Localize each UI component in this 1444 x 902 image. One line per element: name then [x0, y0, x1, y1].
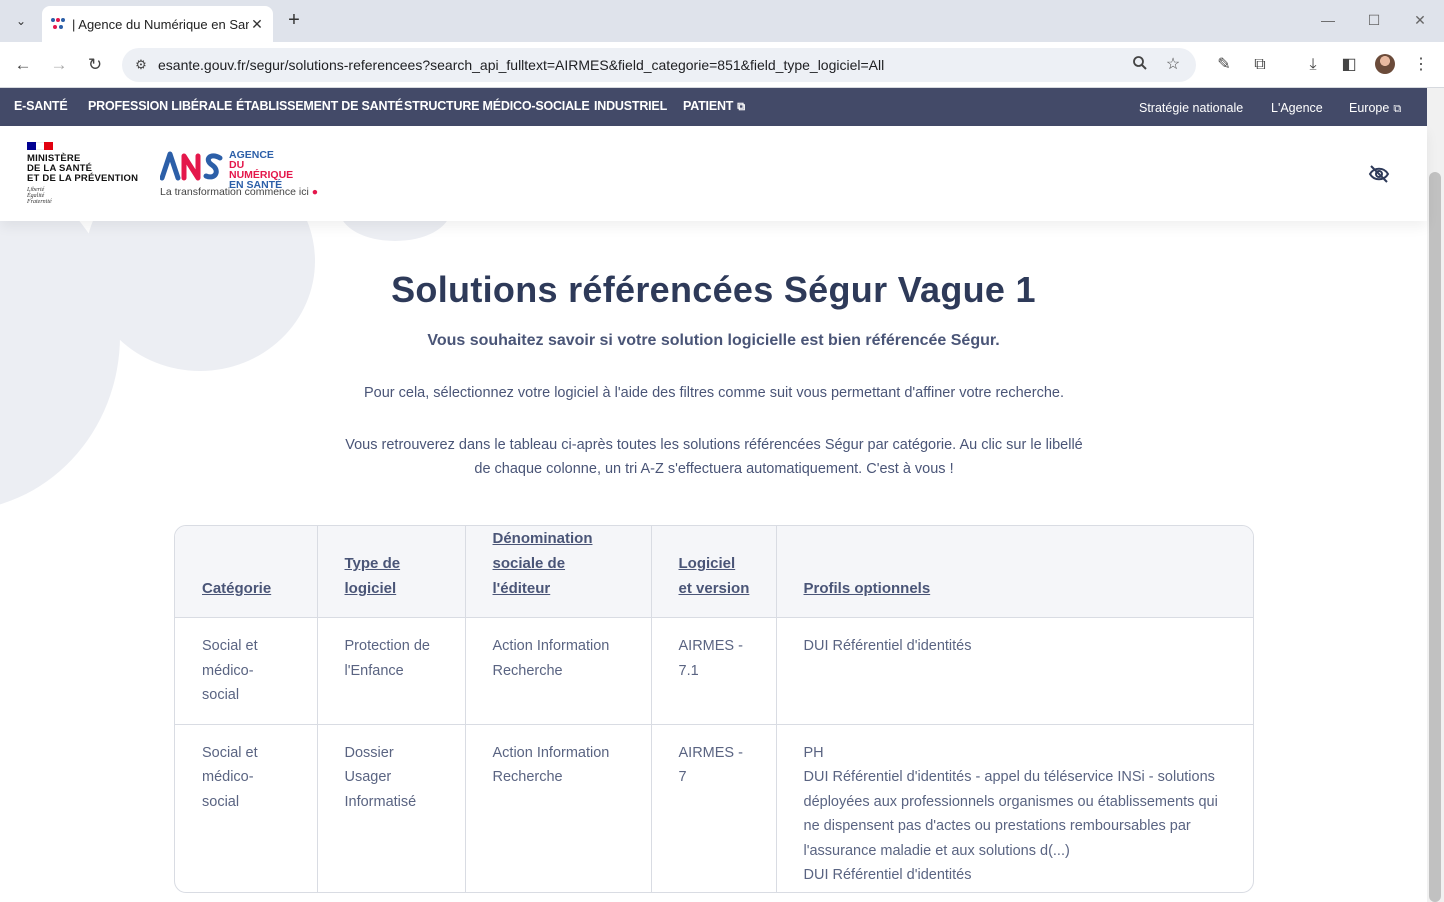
nav-item-profession-liberale[interactable]: PROFESSION LIBÉRALE [88, 99, 232, 113]
cell-type: Protection de l'Enfance [317, 617, 466, 725]
ans-tagline: La transformation commence ici [160, 186, 309, 198]
nav-item-structure-medico-sociale[interactable]: STRUCTURE MÉDICO-SOCIALE [404, 99, 590, 113]
address-bar[interactable]: ⚙ esante.gouv.fr/segur/solutions-referen… [122, 48, 1196, 82]
page-subtitle: Vous souhaitez savoir si votre solution … [427, 332, 1000, 349]
sort-link[interactable]: Dénomination sociale de l'éditeur [493, 530, 593, 597]
profile-entry: DUI Référentiel d'identités [803, 867, 972, 883]
column-header-editeur[interactable]: Dénomination sociale de l'éditeur [465, 526, 652, 618]
tab-title: | Agence du Numérique en Santé [72, 16, 249, 32]
external-link-icon: ⧉ [1393, 103, 1402, 115]
new-tab-button[interactable]: + [283, 9, 305, 31]
cell-logiciel: AIRMES - 7 [651, 724, 777, 892]
table-help-paragraph: Vous retrouverez dans le tableau ci-aprè… [345, 437, 1083, 477]
nav-item-patient[interactable]: PATIENT ⧉ [683, 99, 745, 114]
sort-link[interactable]: Catégorie [202, 580, 271, 597]
ministere-logo[interactable]: MINISTÈRE DE LA SANTÉ ET DE LA PRÉVENTIO… [27, 142, 138, 205]
maximize-icon[interactable]: ☐ [1359, 8, 1389, 32]
nav-item-industriel[interactable]: INDUSTRIEL [594, 99, 667, 113]
column-header-profils[interactable]: Profils optionnels [776, 526, 1253, 618]
nav-item-etablissement-sante[interactable]: ÉTABLISSEMENT DE SANTÉ [236, 99, 403, 113]
browser-menu-icon[interactable]: ⋮ [1409, 53, 1433, 77]
location-pin-icon: ● [311, 186, 319, 198]
french-flag-icon [27, 142, 54, 150]
nav-item-patient-label: PATIENT [683, 99, 734, 113]
cell-profils: PH DUI Référentiel d'identités - appel d… [776, 724, 1253, 892]
cell-logiciel: AIRMES - 7.1 [651, 617, 777, 725]
table-row: Social et médico-social Dossier Usager I… [175, 724, 1253, 892]
ans-favicon-icon [50, 16, 66, 32]
column-header-type-logiciel[interactable]: Type de logiciel [317, 526, 466, 618]
sort-link[interactable]: Profils optionnels [804, 580, 931, 597]
url-text[interactable]: esante.gouv.fr/segur/solutions-reference… [158, 57, 884, 73]
column-header-logiciel-version[interactable]: Logiciel et version [651, 526, 777, 618]
external-link-icon: ⧉ [737, 101, 745, 113]
profile-avatar[interactable] [1375, 54, 1395, 74]
nav-link-europe[interactable]: Europe ⧉ [1349, 101, 1401, 116]
cell-editeur: Action Information Recherche [465, 617, 652, 725]
table-row: Social et médico-social Protection de l'… [175, 617, 1253, 725]
eye-slash-icon[interactable] [1368, 164, 1390, 184]
intro-paragraph: Pour cela, sélectionnez votre logiciel à… [363, 385, 1064, 401]
extensions-puzzle-icon[interactable]: ⧉ [1248, 53, 1272, 77]
table-header-row: Catégorie Type de logiciel Dénomination … [175, 526, 1253, 618]
cell-categorie: Social et médico-social [175, 617, 318, 725]
cell-type: Dossier Usager Informatisé [317, 724, 466, 892]
column-header-categorie[interactable]: Catégorie [175, 526, 318, 618]
side-panel-icon[interactable]: ◧ [1337, 53, 1361, 77]
profile-entry: DUI Référentiel d'identités [803, 638, 972, 654]
tab-search-chevron-icon[interactable]: ⌄ [8, 8, 34, 34]
window-close-icon[interactable]: ✕ [1405, 8, 1435, 32]
ans-text-line-2: DU NUMÉRIQUE [229, 159, 294, 181]
profile-entry: DUI Référentiel d'identités - appel du t… [803, 769, 1218, 859]
browser-toolbar: ← → ↻ ⚙ esante.gouv.fr/segur/solutions-r… [0, 42, 1444, 88]
cell-editeur: Action Information Recherche [465, 724, 652, 892]
profile-entry: PH [803, 744, 824, 761]
site-main-nav: E-SANTÉ PROFESSION LIBÉRALE ÉTABLISSEMEN… [0, 88, 1427, 126]
browser-tab-bar: ⌄ | Agence du Numérique en Santé ✕ + — ☐… [0, 0, 1444, 42]
scrollbar-thumb[interactable] [1429, 172, 1441, 902]
sort-link[interactable]: Type de logiciel [345, 555, 401, 597]
page-title: Solutions référencées Ségur Vague 1 [391, 269, 1036, 310]
back-icon[interactable]: ← [10, 52, 36, 78]
nav-link-agence[interactable]: L'Agence [1271, 101, 1323, 115]
page-scrollbar[interactable] [1427, 88, 1444, 902]
site-header: MINISTÈRE DE LA SANTÉ ET DE LA PRÉVENTIO… [0, 126, 1427, 221]
bookmark-star-icon[interactable]: ☆ [1163, 55, 1183, 75]
forward-icon[interactable]: → [46, 52, 72, 78]
zoom-icon[interactable] [1130, 55, 1150, 75]
bg-shape [340, 221, 450, 241]
cell-profils: DUI Référentiel d'identités [776, 617, 1253, 725]
tab-close-icon[interactable]: ✕ [249, 16, 265, 33]
nav-link-strategie-nationale[interactable]: Stratégie nationale [1139, 101, 1243, 115]
results-table: Catégorie Type de logiciel Dénomination … [174, 525, 1254, 893]
pen-extension-icon[interactable]: ✎ [1212, 53, 1236, 77]
sort-link[interactable]: Logiciel et version [679, 555, 750, 597]
ans-mark-icon [160, 151, 223, 181]
nav-link-europe-label: Europe [1349, 101, 1390, 115]
site-info-icon[interactable]: ⚙ [132, 56, 150, 74]
cell-categorie: Social et médico-social [175, 724, 318, 892]
devise-fraternite: Fraternité [27, 199, 52, 205]
download-icon[interactable]: ⤓ [1301, 53, 1325, 77]
nav-item-e-sante[interactable]: E-SANTÉ [14, 99, 68, 113]
reload-icon[interactable]: ↻ [82, 52, 108, 78]
ministere-line-3: ET DE LA PRÉVENTION [27, 173, 139, 184]
browser-tab[interactable]: | Agence du Numérique en Santé ✕ [42, 6, 273, 42]
minimize-icon[interactable]: — [1313, 8, 1343, 32]
